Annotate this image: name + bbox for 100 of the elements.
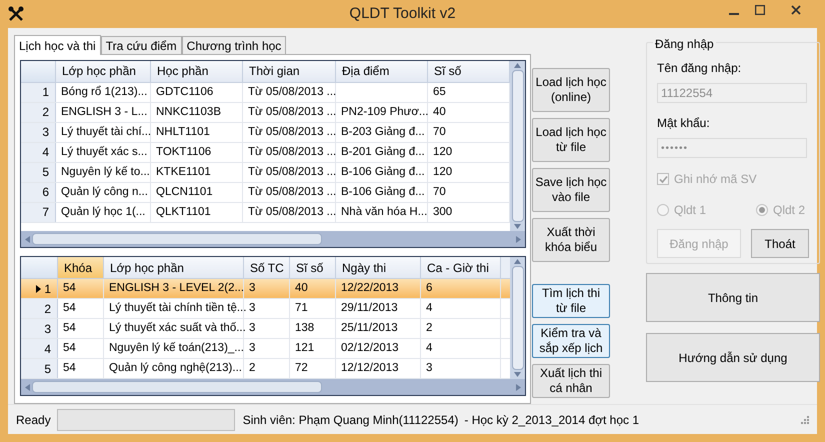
- row-header[interactable]: 1: [21, 82, 56, 102]
- row-number: 3: [44, 320, 51, 338]
- column-header[interactable]: Thời gian: [243, 61, 336, 82]
- table-cell: QLCN1101: [151, 182, 243, 202]
- table-cell: Lý thuyết tài chính tiền tệ...: [104, 299, 244, 318]
- table-cell: B-106 Giảng đ...: [336, 182, 428, 202]
- table-cell: Lý thuyết xác suất và thố...: [104, 319, 244, 338]
- row-header[interactable]: 7: [21, 202, 56, 222]
- table-row[interactable]: 6 Quản lý công n... QLCN1101 Từ 05/08/2013 ... B-106 Giảng đ... 70: [21, 182, 510, 203]
- row-header[interactable]: 2: [21, 299, 58, 318]
- radio-label: Qldt 2: [772, 202, 805, 219]
- action-button[interactable]: Load lịch học (online): [532, 68, 610, 112]
- maximize-icon: [755, 5, 765, 15]
- table-row[interactable]: 2 54 Lý thuyết tài chính tiền tệ... 3 71 29/11/2013 4: [21, 299, 510, 319]
- column-header[interactable]: Ngày thi: [336, 257, 421, 278]
- column-header[interactable]: Khóa: [58, 257, 104, 278]
- row-header[interactable]: 3: [21, 319, 58, 338]
- action-button[interactable]: Tìm lịch thi từ file: [532, 284, 610, 318]
- table-cell: 25/11/2013: [336, 319, 421, 338]
- column-header[interactable]: Sĩ số: [428, 61, 510, 82]
- row-number: 2: [42, 104, 49, 122]
- column-header[interactable]: Địa điểm: [336, 61, 428, 82]
- scroll-right-icon[interactable]: [516, 384, 521, 390]
- row-header[interactable]: 5: [21, 162, 56, 182]
- row-header[interactable]: 4: [21, 142, 56, 162]
- column-header[interactable]: Số TC: [244, 257, 290, 278]
- table-row[interactable]: 5 Nguyên lý kế to... KTKE1101 Từ 05/08/2013 ... B-106 Giảng đ... 120: [21, 162, 510, 183]
- scroll-down-icon[interactable]: [514, 224, 521, 229]
- table-row[interactable]: 4 Lý thuyết xác s... TOKT1106 Từ 05/08/2013 ... B-201 Giảng đ... 120: [21, 142, 510, 163]
- tab[interactable]: Chương trình học: [182, 36, 286, 54]
- scroll-thumb[interactable]: [512, 266, 524, 370]
- table-row[interactable]: 4 54 Nguyên lý kế toán(213)_... 3 121 02/12/2013 4: [21, 339, 510, 359]
- scroll-up-icon[interactable]: [514, 63, 521, 68]
- table-cell: 54: [58, 299, 104, 318]
- table-cell: B-106 Giảng đ...: [336, 162, 428, 182]
- table-cell: B-201 Giảng đ...: [336, 142, 428, 162]
- table-row[interactable]: 2 ENGLISH 3 - L... NNKC1103B Từ 05/08/2013 ... PN2-109 Phươ... 40: [21, 102, 510, 123]
- row-header[interactable]: 1: [21, 279, 58, 298]
- info-button[interactable]: Hướng dẫn sử dụng: [646, 333, 820, 382]
- table-cell: 54: [58, 319, 104, 338]
- tools-icon: [8, 6, 24, 22]
- table-row[interactable]: 5 54 Quản lý công nghệ(213)... 2 72 12/12/2013 3: [21, 359, 510, 379]
- table-cell: Lý thuyết tài chí...: [56, 122, 151, 142]
- action-button[interactable]: Kiểm tra và sắp xếp lịch: [532, 324, 610, 358]
- action-button[interactable]: Xuất lịch thi cá nhân: [532, 364, 610, 398]
- table-cell: 4: [421, 299, 501, 318]
- column-header[interactable]: Sĩ số: [290, 257, 336, 278]
- table-row[interactable]: 3 Lý thuyết tài chí... NHLT1101 Từ 05/08/2013 ... B-203 Giảng đ... 70: [21, 122, 510, 143]
- table-cell: 40: [290, 279, 336, 298]
- table-cell: PN2-109 Phươ...: [336, 102, 428, 122]
- table-cell: Lý thuyết xác s...: [56, 142, 151, 162]
- table-cell: 138: [290, 319, 336, 338]
- table-cell: Từ 05/08/2013 ...: [243, 142, 336, 162]
- column-header[interactable]: Lớp học phần: [104, 257, 244, 278]
- column-header[interactable]: Lớp học phần: [56, 61, 151, 82]
- scroll-left-icon[interactable]: [25, 236, 30, 242]
- table-cell: 3: [244, 319, 290, 338]
- row-header[interactable]: 2: [21, 102, 56, 122]
- table-cell: 121: [290, 339, 336, 358]
- action-button[interactable]: Xuất thời khóa biểu: [532, 218, 610, 262]
- info-button[interactable]: Thông tin: [646, 273, 820, 322]
- row-number: 4: [42, 144, 49, 162]
- vertical-scrollbar[interactable]: [510, 257, 525, 379]
- table-cell: Nhà văn hóa H...: [336, 202, 428, 222]
- table-cell: ENGLISH 3 - LEVEL 2(2...: [104, 279, 244, 298]
- table-cell: Từ 05/08/2013 ...: [243, 202, 336, 222]
- tab[interactable]: Tra cứu điểm: [100, 36, 182, 54]
- row-header[interactable]: 3: [21, 122, 56, 142]
- row-number: 1: [42, 84, 49, 102]
- column-header[interactable]: Ca - Giờ thi: [421, 257, 501, 278]
- status-text: Ready: [16, 412, 51, 428]
- scroll-thumb[interactable]: [512, 70, 524, 222]
- table-cell: NNKC1103B: [151, 102, 243, 122]
- table-cell: B-203 Giảng đ...: [336, 122, 428, 142]
- table-row[interactable]: 3 54 Lý thuyết xác suất và thố... 3 138 25/11/2013 2: [21, 319, 510, 339]
- table-cell: GDTC1106: [151, 82, 243, 102]
- scroll-thumb[interactable]: [32, 381, 322, 393]
- table-row[interactable]: 1 54 ENGLISH 3 - LEVEL 2(2... 3 40 12/22/2013 6: [21, 279, 510, 299]
- action-button[interactable]: Load lịch học từ file: [532, 118, 610, 162]
- table-row[interactable]: 1 Bóng rổ 1(213)... GDTC1106 Từ 05/08/2013 ... 65: [21, 82, 510, 103]
- row-number: 1: [44, 280, 51, 298]
- scroll-down-icon[interactable]: [514, 372, 521, 377]
- vertical-scrollbar[interactable]: [510, 61, 525, 231]
- table-cell: 72: [290, 359, 336, 378]
- row-header[interactable]: 6: [21, 182, 56, 202]
- checkbox-label: Ghi nhớ mã SV: [674, 171, 757, 188]
- row-header[interactable]: 5: [21, 359, 58, 378]
- login-button[interactable]: Thoát: [751, 229, 809, 258]
- scroll-left-icon[interactable]: [25, 384, 30, 390]
- scroll-thumb[interactable]: [32, 233, 322, 245]
- column-header[interactable]: Học phần: [151, 61, 243, 82]
- table-row[interactable]: 7 Quản lý học 1(... QLKT1101 Từ 05/08/2013 ... Nhà văn hóa H... 300: [21, 202, 510, 223]
- table-cell: 4: [421, 339, 501, 358]
- tab[interactable]: Lịch học và thi: [14, 35, 101, 55]
- row-header[interactable]: 4: [21, 339, 58, 358]
- scroll-up-icon[interactable]: [514, 259, 521, 264]
- scroll-right-icon[interactable]: [516, 236, 521, 242]
- field-label: Tên đăng nhập:: [657, 60, 742, 77]
- field-label: Mật khẩu:: [657, 115, 711, 132]
- action-button[interactable]: Save lịch học vào file: [532, 168, 610, 212]
